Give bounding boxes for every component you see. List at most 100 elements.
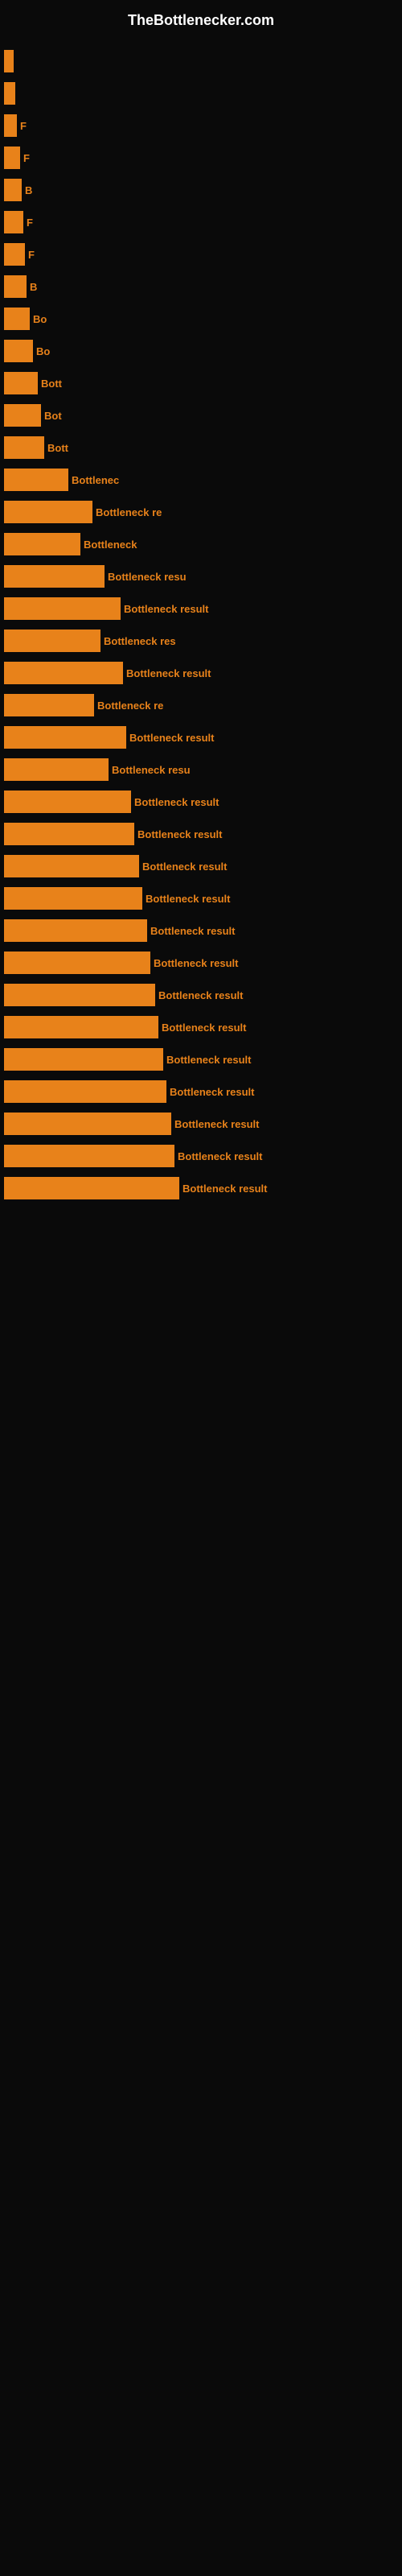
bar: [4, 1080, 166, 1103]
bar: [4, 114, 17, 137]
bar-label: Bottleneck result: [163, 1054, 251, 1066]
bar-label: Bottleneck result: [150, 957, 238, 969]
bar-row: Bottleneck result: [0, 662, 402, 684]
bar: [4, 275, 27, 298]
bar-row: Bottleneck result: [0, 726, 402, 749]
bar: [4, 404, 41, 427]
bar: [4, 533, 80, 555]
bar-chart: F F B F F B Bo Bo Bott Bot Bott Bottlenec Bottleneck…: [0, 37, 402, 1212]
bar-label: Bottleneck result: [123, 667, 211, 679]
bar: [4, 147, 20, 169]
bar-row: Bot: [0, 404, 402, 427]
bar-label: B: [22, 184, 32, 196]
bar-label: Bottleneck result: [179, 1183, 267, 1195]
bar-row: Bo: [0, 308, 402, 330]
bar-row: Bott: [0, 372, 402, 394]
bar: [4, 436, 44, 459]
bar-label: Bottleneck result: [131, 796, 219, 808]
bar-row: B: [0, 179, 402, 201]
bar-row: Bottleneck res: [0, 630, 402, 652]
bar: [4, 211, 23, 233]
bar: [4, 855, 139, 877]
bar-row: Bottleneck result: [0, 1145, 402, 1167]
bar: [4, 919, 147, 942]
bar-row: F: [0, 114, 402, 137]
bar-row: Bott: [0, 436, 402, 459]
bar: [4, 501, 92, 523]
bar-row: Bottleneck result: [0, 1113, 402, 1135]
bar-label: Bottleneck resu: [105, 571, 187, 583]
bar: [4, 1145, 174, 1167]
bar-label: B: [27, 281, 37, 293]
bar-row: Bottleneck result: [0, 855, 402, 877]
bar-row: Bottleneck resu: [0, 565, 402, 588]
bar-label: Bottleneck res: [100, 635, 176, 647]
bar-row: Bottleneck result: [0, 984, 402, 1006]
bar: [4, 726, 126, 749]
bar-label: Bottleneck re: [92, 506, 162, 518]
bar-label: Bott: [38, 378, 62, 390]
bar-label: Bottleneck result: [126, 732, 214, 744]
bar-row: [0, 50, 402, 72]
bar: [4, 952, 150, 974]
bar: [4, 597, 121, 620]
bar-label: Bottleneck result: [158, 1022, 246, 1034]
bar-row: Bottleneck re: [0, 694, 402, 716]
bar-row: B: [0, 275, 402, 298]
bar-label: Bottleneck result: [139, 861, 227, 873]
bar-row: Bottleneck result: [0, 823, 402, 845]
bar-row: Bottleneck result: [0, 919, 402, 942]
bar: [4, 694, 94, 716]
bar-row: Bottleneck re: [0, 501, 402, 523]
bar-label: Bottleneck: [80, 539, 137, 551]
bar: [4, 179, 22, 201]
bar-row: Bottleneck: [0, 533, 402, 555]
bar-row: Bottleneck result: [0, 1016, 402, 1038]
bar-label: Bottleneck result: [155, 989, 243, 1001]
bar: [4, 82, 15, 105]
bar: [4, 887, 142, 910]
bar: [4, 984, 155, 1006]
bar-row: Bottleneck result: [0, 1177, 402, 1199]
bar-label: Bottleneck result: [171, 1118, 259, 1130]
bar-label: Bottlenec: [68, 474, 119, 486]
bar-label: Bottleneck result: [142, 893, 230, 905]
bar: [4, 50, 14, 72]
bar-row: Bottleneck result: [0, 597, 402, 620]
bar-label: Bo: [30, 313, 47, 325]
bar-label: Bottleneck result: [166, 1086, 254, 1098]
bar: [4, 758, 109, 781]
bar-label: F: [17, 120, 27, 132]
bar: [4, 662, 123, 684]
bar-label: F: [20, 152, 30, 164]
bar: [4, 1113, 171, 1135]
bar-label: Bottleneck re: [94, 700, 163, 712]
bar-label: Bottleneck result: [121, 603, 208, 615]
bar-row: F: [0, 147, 402, 169]
bar: [4, 791, 131, 813]
bar-row: F: [0, 243, 402, 266]
bar: [4, 308, 30, 330]
bar-row: Bottleneck resu: [0, 758, 402, 781]
bar: [4, 243, 25, 266]
bar-label: Bot: [41, 410, 62, 422]
bar-row: Bottleneck result: [0, 791, 402, 813]
bar: [4, 565, 105, 588]
bar-row: Bottleneck result: [0, 952, 402, 974]
site-title: TheBottlenecker.com: [0, 0, 402, 37]
bar: [4, 823, 134, 845]
bar-row: [0, 82, 402, 105]
bar-label: Bo: [33, 345, 50, 357]
bar: [4, 1177, 179, 1199]
bar-label: F: [25, 249, 35, 261]
bar: [4, 340, 33, 362]
bar-row: Bottleneck result: [0, 1080, 402, 1103]
bar: [4, 469, 68, 491]
bar-label: F: [23, 217, 33, 229]
bar-label: Bottleneck resu: [109, 764, 191, 776]
bar-row: F: [0, 211, 402, 233]
bar: [4, 372, 38, 394]
bar-row: Bottleneck result: [0, 1048, 402, 1071]
bar-label: Bottleneck result: [134, 828, 222, 840]
bar: [4, 1048, 163, 1071]
